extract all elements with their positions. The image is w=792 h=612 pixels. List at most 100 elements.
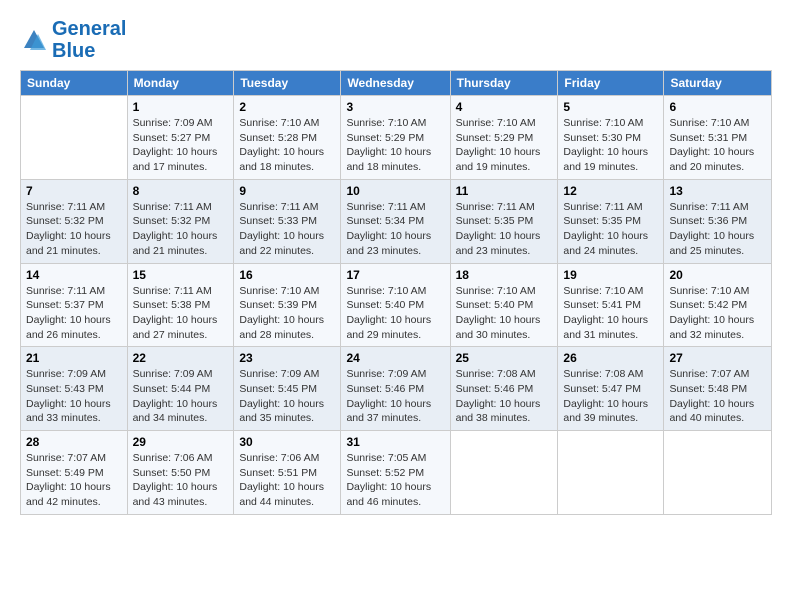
day-info: Sunrise: 7:07 AMSunset: 5:48 PMDaylight:… (669, 368, 754, 424)
day-number: 7 (26, 184, 122, 198)
day-info: Sunrise: 7:08 AMSunset: 5:47 PMDaylight:… (563, 368, 648, 424)
day-number: 31 (346, 435, 444, 449)
calendar-cell: 31 Sunrise: 7:05 AMSunset: 5:52 PMDaylig… (341, 431, 450, 515)
day-info: Sunrise: 7:11 AMSunset: 5:34 PMDaylight:… (346, 201, 431, 257)
day-number: 19 (563, 268, 658, 282)
day-header-saturday: Saturday (664, 71, 772, 96)
day-info: Sunrise: 7:11 AMSunset: 5:35 PMDaylight:… (563, 201, 648, 257)
week-row-4: 21 Sunrise: 7:09 AMSunset: 5:43 PMDaylig… (21, 347, 772, 431)
calendar-cell: 28 Sunrise: 7:07 AMSunset: 5:49 PMDaylig… (21, 431, 128, 515)
day-number: 15 (133, 268, 229, 282)
day-info: Sunrise: 7:11 AMSunset: 5:32 PMDaylight:… (133, 201, 218, 257)
calendar-cell: 20 Sunrise: 7:10 AMSunset: 5:42 PMDaylig… (664, 263, 772, 347)
calendar-cell: 30 Sunrise: 7:06 AMSunset: 5:51 PMDaylig… (234, 431, 341, 515)
calendar-cell: 18 Sunrise: 7:10 AMSunset: 5:40 PMDaylig… (450, 263, 558, 347)
day-number: 21 (26, 351, 122, 365)
day-number: 3 (346, 100, 444, 114)
calendar-cell (558, 431, 664, 515)
calendar-cell (664, 431, 772, 515)
day-number: 11 (456, 184, 553, 198)
week-row-3: 14 Sunrise: 7:11 AMSunset: 5:37 PMDaylig… (21, 263, 772, 347)
calendar-cell: 19 Sunrise: 7:10 AMSunset: 5:41 PMDaylig… (558, 263, 664, 347)
day-number: 26 (563, 351, 658, 365)
calendar-cell: 29 Sunrise: 7:06 AMSunset: 5:50 PMDaylig… (127, 431, 234, 515)
day-number: 10 (346, 184, 444, 198)
calendar-cell: 14 Sunrise: 7:11 AMSunset: 5:37 PMDaylig… (21, 263, 128, 347)
day-info: Sunrise: 7:10 AMSunset: 5:41 PMDaylight:… (563, 285, 648, 341)
calendar-cell: 2 Sunrise: 7:10 AMSunset: 5:28 PMDayligh… (234, 96, 341, 180)
header-row: SundayMondayTuesdayWednesdayThursdayFrid… (21, 71, 772, 96)
day-number: 29 (133, 435, 229, 449)
day-number: 28 (26, 435, 122, 449)
week-row-2: 7 Sunrise: 7:11 AMSunset: 5:32 PMDayligh… (21, 179, 772, 263)
calendar-cell: 7 Sunrise: 7:11 AMSunset: 5:32 PMDayligh… (21, 179, 128, 263)
calendar-cell: 13 Sunrise: 7:11 AMSunset: 5:36 PMDaylig… (664, 179, 772, 263)
day-number: 5 (563, 100, 658, 114)
day-info: Sunrise: 7:10 AMSunset: 5:42 PMDaylight:… (669, 285, 754, 341)
day-info: Sunrise: 7:11 AMSunset: 5:36 PMDaylight:… (669, 201, 754, 257)
day-info: Sunrise: 7:09 AMSunset: 5:45 PMDaylight:… (239, 368, 324, 424)
calendar-cell: 8 Sunrise: 7:11 AMSunset: 5:32 PMDayligh… (127, 179, 234, 263)
day-number: 17 (346, 268, 444, 282)
calendar-cell: 23 Sunrise: 7:09 AMSunset: 5:45 PMDaylig… (234, 347, 341, 431)
day-info: Sunrise: 7:07 AMSunset: 5:49 PMDaylight:… (26, 452, 111, 508)
day-info: Sunrise: 7:11 AMSunset: 5:33 PMDaylight:… (239, 201, 324, 257)
calendar-cell: 26 Sunrise: 7:08 AMSunset: 5:47 PMDaylig… (558, 347, 664, 431)
calendar-cell: 1 Sunrise: 7:09 AMSunset: 5:27 PMDayligh… (127, 96, 234, 180)
day-header-friday: Friday (558, 71, 664, 96)
day-number: 20 (669, 268, 766, 282)
day-number: 25 (456, 351, 553, 365)
day-number: 18 (456, 268, 553, 282)
day-number: 12 (563, 184, 658, 198)
week-row-5: 28 Sunrise: 7:07 AMSunset: 5:49 PMDaylig… (21, 431, 772, 515)
day-info: Sunrise: 7:10 AMSunset: 5:29 PMDaylight:… (456, 117, 541, 173)
calendar-cell: 12 Sunrise: 7:11 AMSunset: 5:35 PMDaylig… (558, 179, 664, 263)
day-header-sunday: Sunday (21, 71, 128, 96)
calendar-cell (21, 96, 128, 180)
calendar-cell: 10 Sunrise: 7:11 AMSunset: 5:34 PMDaylig… (341, 179, 450, 263)
calendar-cell: 21 Sunrise: 7:09 AMSunset: 5:43 PMDaylig… (21, 347, 128, 431)
day-number: 13 (669, 184, 766, 198)
day-info: Sunrise: 7:10 AMSunset: 5:31 PMDaylight:… (669, 117, 754, 173)
calendar-cell: 16 Sunrise: 7:10 AMSunset: 5:39 PMDaylig… (234, 263, 341, 347)
day-number: 23 (239, 351, 335, 365)
day-number: 24 (346, 351, 444, 365)
day-header-wednesday: Wednesday (341, 71, 450, 96)
day-info: Sunrise: 7:11 AMSunset: 5:38 PMDaylight:… (133, 285, 218, 341)
day-number: 30 (239, 435, 335, 449)
calendar-cell: 25 Sunrise: 7:08 AMSunset: 5:46 PMDaylig… (450, 347, 558, 431)
day-header-monday: Monday (127, 71, 234, 96)
calendar-page: General Blue SundayMondayTuesdayWednesda… (0, 0, 792, 612)
logo-line1: General (52, 18, 126, 40)
logo-line2: Blue (52, 40, 95, 62)
day-info: Sunrise: 7:11 AMSunset: 5:37 PMDaylight:… (26, 285, 111, 341)
day-info: Sunrise: 7:10 AMSunset: 5:29 PMDaylight:… (346, 117, 431, 173)
day-number: 9 (239, 184, 335, 198)
calendar-cell: 9 Sunrise: 7:11 AMSunset: 5:33 PMDayligh… (234, 179, 341, 263)
day-number: 1 (133, 100, 229, 114)
calendar-cell: 27 Sunrise: 7:07 AMSunset: 5:48 PMDaylig… (664, 347, 772, 431)
day-info: Sunrise: 7:10 AMSunset: 5:40 PMDaylight:… (456, 285, 541, 341)
day-number: 22 (133, 351, 229, 365)
day-info: Sunrise: 7:10 AMSunset: 5:30 PMDaylight:… (563, 117, 648, 173)
day-info: Sunrise: 7:06 AMSunset: 5:51 PMDaylight:… (239, 452, 324, 508)
day-number: 6 (669, 100, 766, 114)
calendar-cell: 6 Sunrise: 7:10 AMSunset: 5:31 PMDayligh… (664, 96, 772, 180)
day-info: Sunrise: 7:11 AMSunset: 5:32 PMDaylight:… (26, 201, 111, 257)
calendar-cell: 4 Sunrise: 7:10 AMSunset: 5:29 PMDayligh… (450, 96, 558, 180)
day-info: Sunrise: 7:09 AMSunset: 5:27 PMDaylight:… (133, 117, 218, 173)
calendar-cell (450, 431, 558, 515)
day-header-tuesday: Tuesday (234, 71, 341, 96)
logo-text: General Blue (52, 18, 126, 62)
logo: General Blue (20, 18, 126, 62)
day-number: 2 (239, 100, 335, 114)
day-info: Sunrise: 7:10 AMSunset: 5:28 PMDaylight:… (239, 117, 324, 173)
day-number: 14 (26, 268, 122, 282)
calendar-cell: 15 Sunrise: 7:11 AMSunset: 5:38 PMDaylig… (127, 263, 234, 347)
week-row-1: 1 Sunrise: 7:09 AMSunset: 5:27 PMDayligh… (21, 96, 772, 180)
day-info: Sunrise: 7:09 AMSunset: 5:46 PMDaylight:… (346, 368, 431, 424)
day-info: Sunrise: 7:08 AMSunset: 5:46 PMDaylight:… (456, 368, 541, 424)
day-info: Sunrise: 7:09 AMSunset: 5:43 PMDaylight:… (26, 368, 111, 424)
calendar-cell: 24 Sunrise: 7:09 AMSunset: 5:46 PMDaylig… (341, 347, 450, 431)
day-info: Sunrise: 7:10 AMSunset: 5:39 PMDaylight:… (239, 285, 324, 341)
